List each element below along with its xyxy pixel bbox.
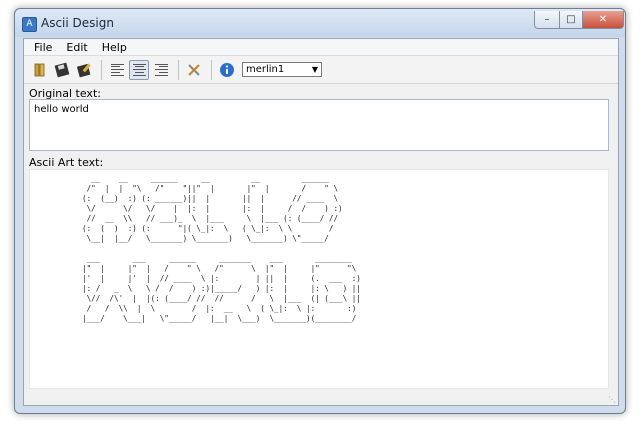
align-center-button[interactable] bbox=[129, 59, 149, 80]
app-window: A Ascii Design – □ ✕ File Edit Help merl… bbox=[14, 8, 626, 414]
open-button[interactable] bbox=[30, 60, 50, 80]
save-button[interactable] bbox=[52, 60, 72, 80]
tools-button[interactable] bbox=[184, 60, 204, 80]
toolbar-separator bbox=[178, 59, 179, 80]
maximize-button[interactable]: □ bbox=[559, 11, 583, 29]
resize-grip-icon[interactable]: ⋱ bbox=[608, 395, 616, 404]
ascii-art-text: __ __ ______ __ __ ______ /" | | "\ /" "… bbox=[82, 174, 361, 323]
align-left-icon bbox=[110, 63, 124, 76]
about-button[interactable] bbox=[217, 60, 237, 80]
minimize-button[interactable]: – bbox=[534, 11, 560, 29]
menu-bar: File Edit Help bbox=[24, 39, 618, 56]
toolbar-separator bbox=[211, 59, 212, 80]
ascii-art-label: Ascii Art text: bbox=[29, 156, 104, 169]
menu-help[interactable]: Help bbox=[95, 41, 134, 54]
book-icon bbox=[34, 63, 45, 76]
toolbar-separator bbox=[101, 59, 102, 80]
tools-icon bbox=[188, 63, 200, 76]
toolbar: merlin1 ▼ bbox=[24, 56, 618, 84]
font-select[interactable]: merlin1 ▼ bbox=[242, 62, 322, 77]
align-right-icon bbox=[154, 63, 168, 76]
font-select-value: merlin1 bbox=[246, 64, 285, 75]
menu-edit[interactable]: Edit bbox=[59, 41, 94, 54]
window-title: Ascii Design bbox=[41, 16, 114, 30]
align-left-button[interactable] bbox=[107, 60, 127, 80]
close-button[interactable]: ✕ bbox=[582, 11, 624, 29]
original-text-value: hello world bbox=[34, 104, 89, 115]
align-right-button[interactable] bbox=[151, 60, 171, 80]
app-icon: A bbox=[22, 17, 37, 32]
floppy-pencil-icon bbox=[76, 63, 91, 77]
info-icon bbox=[220, 62, 234, 77]
original-text-input[interactable]: hello world bbox=[29, 99, 609, 151]
save-as-button[interactable] bbox=[74, 60, 94, 80]
floppy-disk-icon bbox=[54, 62, 70, 77]
chevron-down-icon: ▼ bbox=[311, 65, 318, 74]
align-center-icon bbox=[132, 63, 146, 76]
menu-file[interactable]: File bbox=[27, 41, 59, 54]
ascii-art-output[interactable]: __ __ ______ __ __ ______ /" | | "\ /" "… bbox=[29, 169, 609, 389]
client-area: File Edit Help merlin1 ▼ Original text: … bbox=[23, 38, 619, 406]
status-bar: ⋱ bbox=[24, 392, 618, 405]
title-bar[interactable]: A Ascii Design – □ ✕ bbox=[15, 9, 625, 37]
